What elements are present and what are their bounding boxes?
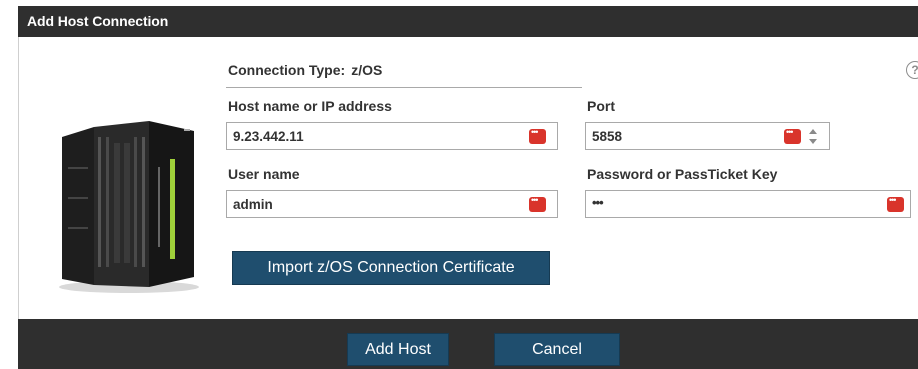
password-manager-icon[interactable] xyxy=(529,127,546,144)
spinner-down-icon[interactable] xyxy=(809,139,817,144)
port-value: 5858 xyxy=(592,129,623,144)
help-icon[interactable]: ? xyxy=(906,61,918,79)
user-label: User name xyxy=(228,166,300,182)
host-input[interactable]: 9.23.442.11 xyxy=(226,122,558,150)
spinner-up-icon[interactable] xyxy=(809,129,817,134)
password-manager-icon[interactable] xyxy=(784,127,801,144)
connection-type: Connection Type: z/OS xyxy=(228,62,382,78)
connection-type-value: z/OS xyxy=(351,62,383,78)
divider xyxy=(226,87,582,88)
connection-type-label: Connection Type: xyxy=(228,62,346,78)
port-input[interactable]: 5858 xyxy=(585,122,830,150)
add-host-button[interactable]: Add Host xyxy=(347,333,449,366)
user-value: admin xyxy=(233,197,273,212)
password-manager-icon[interactable] xyxy=(887,195,904,212)
host-label: Host name or IP address xyxy=(228,98,392,114)
dialog-title-bar: Add Host Connection xyxy=(18,6,918,37)
port-label: Port xyxy=(587,98,615,114)
import-certificate-button[interactable]: Import z/OS Connection Certificate xyxy=(232,251,550,285)
user-input[interactable]: admin xyxy=(226,190,558,218)
spinner-arrows-icon[interactable] xyxy=(807,126,820,146)
mainframe-server-icon xyxy=(54,107,204,302)
password-manager-icon[interactable] xyxy=(529,195,546,212)
host-value: 9.23.442.11 xyxy=(233,129,304,144)
dialog-footer: Add Host Cancel xyxy=(18,319,918,369)
cancel-button[interactable]: Cancel xyxy=(494,333,620,366)
password-input[interactable]: ••• xyxy=(585,190,911,218)
dialog-title: Add Host Connection xyxy=(27,13,169,29)
password-label: Password or PassTicket Key xyxy=(587,166,778,182)
dialog-body: Connection Type: z/OS ? Host name or IP a… xyxy=(18,37,918,319)
password-value: ••• xyxy=(592,195,604,210)
